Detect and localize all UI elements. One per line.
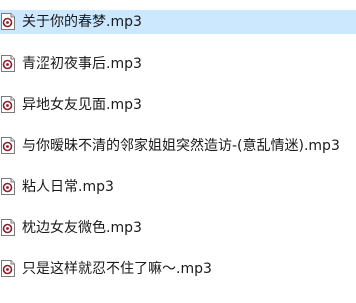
file-item[interactable]: 与你暧昧不清的邻家姐姐突然造访-(意乱情迷).mp3 (0, 134, 356, 158)
file-name: 粘人日常.mp3 (22, 179, 114, 195)
audio-file-icon (1, 178, 15, 195)
file-name: 关于你的春梦.mp3 (22, 14, 142, 30)
file-item[interactable]: 关于你的春梦.mp3 (0, 10, 356, 34)
file-name: 只是这样就忍不住了嘛～.mp3 (22, 261, 212, 277)
audio-file-icon (1, 260, 15, 277)
audio-file-icon (1, 13, 15, 30)
file-item[interactable]: 异地女友见面.mp3 (0, 93, 356, 117)
file-item[interactable]: 只是这样就忍不住了嘛～.mp3 (0, 257, 356, 281)
file-name: 异地女友见面.mp3 (22, 97, 142, 113)
file-item[interactable]: 粘人日常.mp3 (0, 175, 356, 199)
file-name: 与你暧昧不清的邻家姐姐突然造访-(意乱情迷).mp3 (22, 138, 340, 154)
audio-file-icon (1, 96, 15, 113)
file-name: 青涩初夜事后.mp3 (22, 56, 142, 72)
audio-file-icon (1, 219, 15, 236)
file-item[interactable]: 枕边女友微色.mp3 (0, 216, 356, 240)
audio-file-icon (1, 137, 15, 154)
file-name: 枕边女友微色.mp3 (22, 220, 142, 236)
file-list: 关于你的春梦.mp3 青涩初夜事后.mp3 异地女友见面.mp3 与你暧昧不清的… (0, 0, 356, 303)
file-item[interactable]: 青涩初夜事后.mp3 (0, 52, 356, 76)
audio-file-icon (1, 55, 15, 72)
